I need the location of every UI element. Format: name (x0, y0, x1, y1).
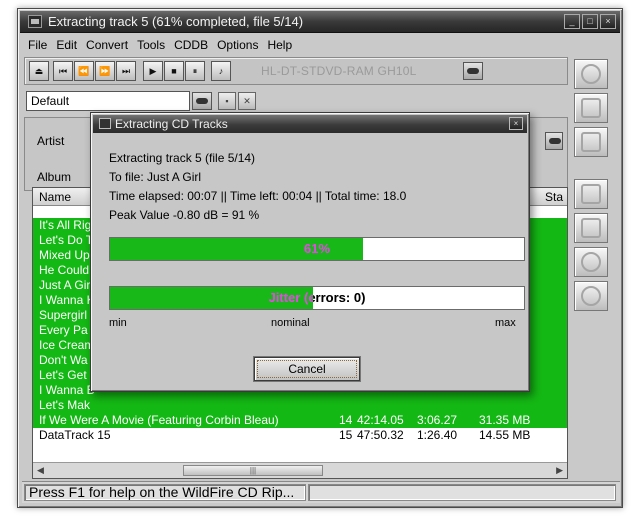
menu-convert[interactable]: Convert (80, 36, 131, 52)
preset-delete-icon[interactable]: ✕ (238, 92, 256, 110)
menu-help[interactable]: Help (261, 36, 295, 52)
preset-dropdown-icon[interactable] (192, 92, 212, 110)
stop-icon[interactable]: ■ (164, 61, 184, 81)
column-name[interactable]: Name (39, 190, 71, 204)
scroll-left-icon[interactable]: ◀ (37, 465, 44, 476)
jitter-label: Jitter (errors: 0) (268, 290, 366, 305)
track-length: 3:06.27 (417, 413, 458, 427)
dialog-app-icon (99, 118, 111, 129)
column-status[interactable]: Sta (545, 190, 563, 204)
scale-max-label: max (495, 317, 516, 329)
cd-info-icon[interactable]: ♪ (211, 61, 231, 81)
scroll-right-icon[interactable]: ▶ (556, 465, 563, 476)
main-titlebar[interactable]: Extracting track 5 (61% completed, file … (20, 11, 620, 33)
eject-icon[interactable]: ⏏ (29, 61, 49, 81)
track-name: It's All Rig (39, 218, 92, 232)
table-row[interactable]: Let's Mak (33, 398, 567, 413)
dialog-titlebar[interactable]: Extracting CD Tracks × (93, 115, 527, 133)
track-size: 14.55 MB (479, 428, 531, 442)
skip-forward-icon[interactable]: ⏭ (116, 61, 136, 81)
extract-dialog: Extracting CD Tracks × Extracting track … (90, 112, 530, 392)
horizontal-scrollbar[interactable]: ◀ ||| ▶ (33, 462, 567, 478)
table-row[interactable]: If We Were A Movie (Featuring Corbin Ble… (33, 413, 567, 428)
track-name: He Could (39, 263, 90, 277)
progress-label: 61% (303, 241, 331, 256)
track-name: Let's Get (39, 368, 87, 382)
artist-label: Artist (37, 134, 65, 148)
track-name: DataTrack 15 (39, 428, 111, 442)
table-row[interactable]: DataTrack 15 15 47:50.32 1:26.40 14.55 MB (33, 428, 567, 443)
track-length: 1:26.40 (417, 428, 458, 442)
convert-icon[interactable] (574, 127, 608, 157)
drive-select[interactable]: HL-DT-STDVD-RAM GH10L (257, 61, 482, 81)
artist-dropdown-icon[interactable] (545, 132, 563, 150)
side-toolbar (570, 57, 620, 477)
skip-back-icon[interactable]: ⏮ (53, 61, 73, 81)
menu-options[interactable]: Options (211, 36, 261, 52)
track-name: If We Were A Movie (Featuring Corbin Ble… (39, 413, 279, 427)
rewind-icon[interactable]: ⏪ (74, 61, 94, 81)
menu-tools[interactable]: Tools (131, 36, 168, 52)
menu-cddb[interactable]: CDDB (168, 36, 211, 52)
track-number: 15 (339, 428, 353, 442)
track-name: Don't Wa (39, 353, 88, 367)
scale-nominal-label: nominal (271, 317, 310, 329)
transport-toolbar: ⏏ ⏮ ⏪ ⏩ ⏭ ▶ ■ ⏸ ♪ HL-DT-STDVD-RAM GH10L (24, 57, 568, 85)
track-start: 42:14.05 (357, 413, 404, 427)
pause-icon[interactable]: ⏸ (185, 61, 205, 81)
search-icon[interactable] (574, 281, 608, 311)
fast-forward-icon[interactable]: ⏩ (95, 61, 115, 81)
track-name: Let's Do T (39, 233, 94, 247)
status-help-text: Press F1 for help on the WildFire CD Rip… (24, 484, 306, 501)
track-name: I Wanna B (39, 383, 95, 397)
extract-file-line: To file: Just A Girl (109, 170, 202, 184)
preset-select[interactable]: Default (26, 91, 190, 111)
play-icon[interactable]: ▶ (143, 61, 163, 81)
track-name: Ice Cream (39, 338, 95, 352)
close-button[interactable]: × (600, 14, 616, 29)
track-name: Supergirl (39, 308, 88, 322)
minimize-button[interactable]: _ (564, 14, 580, 29)
encode-icon[interactable] (574, 93, 608, 123)
track-name: Every Pa (39, 323, 88, 337)
playlist-icon[interactable] (574, 213, 608, 243)
track-name: I Wanna K (39, 293, 95, 307)
peak-value-line: Peak Value -0.80 dB = 91 % (109, 208, 260, 222)
dialog-close-button[interactable]: × (509, 117, 523, 130)
track-number: 14 (339, 413, 353, 427)
cancel-button[interactable]: Cancel (254, 357, 360, 381)
menu-edit[interactable]: Edit (50, 36, 80, 52)
scrollbar-thumb[interactable]: ||| (183, 465, 323, 476)
jitter-bar: Jitter (errors: 0) (109, 286, 525, 310)
dialog-title: Extracting CD Tracks (115, 117, 228, 131)
album-label: Album (37, 170, 72, 184)
settings-icon[interactable] (574, 179, 608, 209)
window-title: Extracting track 5 (61% completed, file … (48, 14, 304, 29)
rip-icon[interactable] (574, 59, 608, 89)
burn-icon[interactable] (574, 247, 608, 277)
status-cell-empty (308, 484, 616, 501)
app-icon[interactable] (28, 15, 42, 28)
menu-bar: File Edit Convert Tools CDDB Options Help (22, 36, 582, 54)
time-info-line: Time elapsed: 00:07 || Time left: 00:04 … (109, 189, 407, 203)
track-start: 47:50.32 (357, 428, 404, 442)
track-name: Let's Mak (39, 398, 90, 412)
extract-progress-bar: 61% (109, 237, 525, 261)
menu-file[interactable]: File (22, 36, 50, 52)
maximize-button[interactable]: □ (582, 14, 598, 29)
track-size: 31.35 MB (479, 413, 531, 427)
track-name: Just A Gir (39, 278, 91, 292)
status-bar: Press F1 for help on the WildFire CD Rip… (22, 481, 620, 503)
drive-dropdown-icon[interactable] (463, 62, 483, 80)
preset-save-icon[interactable]: ▪ (218, 92, 236, 110)
extract-track-line: Extracting track 5 (file 5/14) (109, 151, 256, 165)
track-name: Mixed Up (39, 248, 90, 262)
scale-min-label: min (109, 317, 127, 329)
